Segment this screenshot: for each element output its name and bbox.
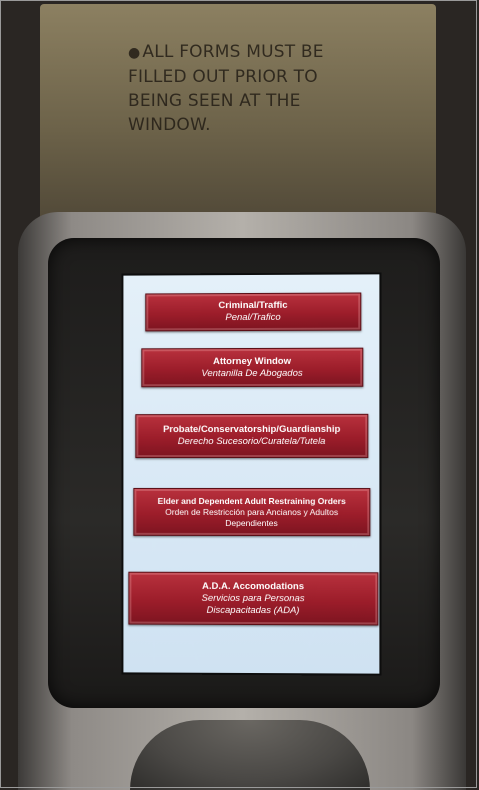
probate-button[interactable]: Probate/Conservatorship/Guardianship Der…	[135, 414, 368, 458]
button-label-spanish: Penal/Trafico	[225, 312, 280, 324]
button-label-spanish-line1: Servicios para Personas	[202, 592, 305, 604]
button-label-english: A.D.A. Accomodations	[202, 580, 304, 592]
kiosk-touchscreen: Criminal/Traffic Penal/Trafico Attorney …	[121, 272, 381, 675]
button-label-spanish: Derecho Sucesorio/Curatela/Tutela	[178, 436, 326, 448]
posted-notice: ● ALL FORMS MUST BE FILLED OUT PRIOR TO B…	[128, 40, 388, 137]
button-label-spanish-line2: Discapacitadas (ADA)	[207, 604, 300, 616]
button-label-spanish: Ventanilla De Abogados	[201, 367, 302, 379]
criminal-traffic-button[interactable]: Criminal/Traffic Penal/Trafico	[145, 293, 361, 332]
button-label-english: Elder and Dependent Adult Restraining Or…	[158, 495, 346, 506]
button-label-english: Attorney Window	[213, 355, 291, 367]
notice-text: ALL FORMS MUST BE FILLED OUT PRIOR TO BE…	[128, 42, 324, 135]
button-label-spanish-line1: Orden de Restricción para Ancianos y Adu…	[165, 506, 338, 517]
elder-restraining-orders-button[interactable]: Elder and Dependent Adult Restraining Or…	[133, 488, 370, 536]
ada-accommodations-button[interactable]: A.D.A. Accomodations Servicios para Pers…	[128, 572, 378, 626]
button-label-english: Criminal/Traffic	[218, 300, 287, 312]
attorney-window-button[interactable]: Attorney Window Ventanilla De Abogados	[141, 348, 363, 388]
button-label-spanish-line2: Dependientes	[225, 517, 277, 528]
notice-bullet: ●	[128, 45, 140, 61]
kiosk-base	[130, 720, 370, 790]
button-label-english: Probate/Conservatorship/Guardianship	[163, 424, 340, 436]
